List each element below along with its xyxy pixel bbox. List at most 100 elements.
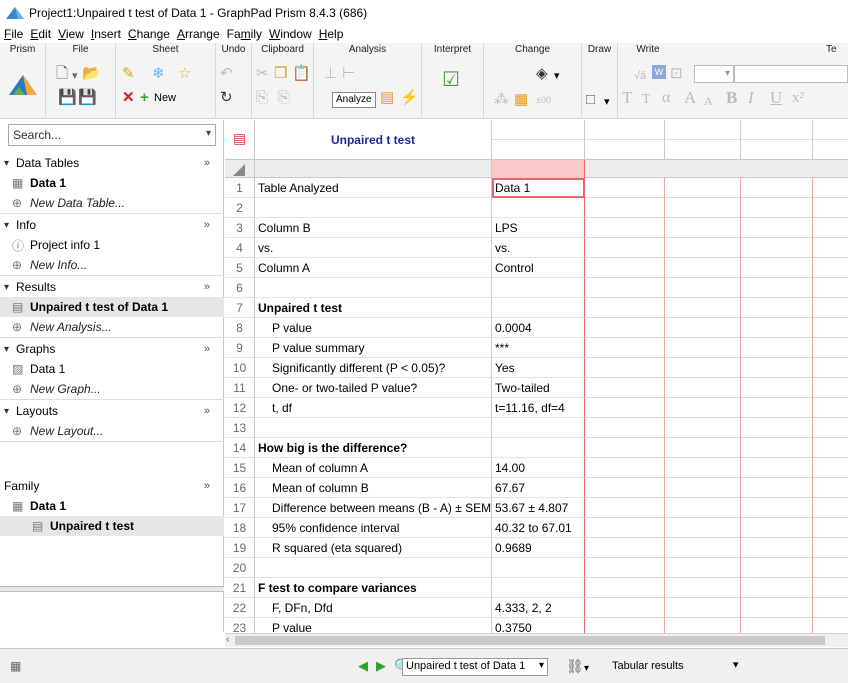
empty-cell[interactable] bbox=[741, 218, 813, 238]
empty-cell[interactable] bbox=[665, 378, 741, 398]
empty-cell[interactable] bbox=[741, 198, 813, 218]
row-value-cell[interactable]: vs. bbox=[492, 238, 585, 258]
cut-icon[interactable]: ✂ bbox=[256, 65, 269, 83]
empty-cell[interactable] bbox=[665, 478, 741, 498]
empty-cell[interactable] bbox=[741, 278, 813, 298]
row-label-cell[interactable]: How big is the difference? bbox=[255, 438, 492, 458]
row-label-cell[interactable]: 95% confidence interval bbox=[255, 518, 492, 538]
menu-item-2[interactable]: View bbox=[54, 27, 87, 43]
empty-cell[interactable] bbox=[665, 258, 741, 278]
empty-cell[interactable] bbox=[813, 338, 848, 358]
paste-icon[interactable]: 📋 bbox=[292, 65, 311, 83]
row-label-cell[interactable]: Table Analyzed bbox=[255, 178, 492, 198]
row-value-cell[interactable]: 4.333, 2, 2 bbox=[492, 598, 585, 618]
row-label-cell[interactable]: Significantly different (P < 0.05)? bbox=[255, 358, 492, 378]
chevron-down-icon[interactable]: ▾ bbox=[4, 406, 16, 417]
empty-cell[interactable] bbox=[585, 458, 665, 478]
nav-new-item[interactable]: ⊕ New Graph... bbox=[0, 379, 224, 399]
empty-cell[interactable] bbox=[741, 358, 813, 378]
nav-section-layouts[interactable]: ▾ Layouts » bbox=[0, 401, 224, 421]
chevron-down-icon[interactable]: ▾ bbox=[4, 282, 16, 293]
snowflake-icon[interactable]: ❄ bbox=[152, 65, 165, 83]
expand-arrows-icon[interactable]: » bbox=[204, 219, 210, 231]
empty-cell[interactable] bbox=[813, 498, 848, 518]
row-value-cell[interactable] bbox=[492, 578, 585, 598]
row-label-cell[interactable]: t, df bbox=[255, 398, 492, 418]
empty-cell[interactable] bbox=[665, 358, 741, 378]
column-title-cell[interactable] bbox=[492, 120, 585, 140]
empty-cell[interactable] bbox=[813, 298, 848, 318]
paste-link-icon[interactable]: ⎘ bbox=[278, 89, 290, 107]
empty-cell[interactable] bbox=[813, 218, 848, 238]
nav-item[interactable]: ▦ Data 1 bbox=[0, 173, 224, 193]
analysis-params-icon[interactable]: ▤ bbox=[380, 89, 394, 107]
underline-icon[interactable]: U bbox=[770, 89, 782, 107]
chevron-down-icon[interactable]: ▾ bbox=[4, 344, 16, 355]
empty-cell[interactable] bbox=[585, 178, 665, 198]
empty-cell[interactable] bbox=[813, 178, 848, 198]
empty-cell[interactable] bbox=[813, 458, 848, 478]
chevron-down-icon[interactable]: ▾ bbox=[4, 158, 16, 169]
row-label-cell[interactable] bbox=[255, 558, 492, 578]
draw-dropdown-icon[interactable]: ▾ bbox=[604, 93, 610, 111]
column-header-d2[interactable] bbox=[741, 140, 813, 160]
link-dropdown-icon[interactable]: ▾ bbox=[584, 661, 589, 677]
decrease-font-icon[interactable]: A bbox=[704, 92, 713, 110]
empty-cell[interactable] bbox=[813, 198, 848, 218]
empty-cell[interactable] bbox=[585, 278, 665, 298]
empty-cell[interactable] bbox=[813, 398, 848, 418]
expand-arrows-icon[interactable]: » bbox=[204, 480, 210, 492]
row-label-cell[interactable]: Column A bbox=[255, 258, 492, 278]
italic-icon[interactable]: I bbox=[748, 89, 754, 107]
row-label-cell[interactable]: vs. bbox=[255, 238, 492, 258]
empty-cell[interactable] bbox=[741, 458, 813, 478]
analysis-chart-icon[interactable]: ⊥ bbox=[324, 65, 337, 83]
menu-item-5[interactable]: Arrange bbox=[173, 27, 223, 43]
empty-cell[interactable] bbox=[813, 618, 848, 633]
row-value-cell[interactable] bbox=[492, 418, 585, 438]
menu-item-7[interactable]: Window bbox=[265, 27, 315, 43]
family-item[interactable]: ▦ Data 1 bbox=[0, 496, 224, 516]
undo-icon[interactable]: ↶ bbox=[220, 65, 233, 83]
empty-cell[interactable] bbox=[741, 178, 813, 198]
row-label-cell[interactable]: R squared (eta squared) bbox=[255, 538, 492, 558]
empty-cell[interactable] bbox=[813, 578, 848, 598]
text-style-icon[interactable]: T bbox=[622, 89, 632, 107]
nav-section-results[interactable]: ▾ Results » bbox=[0, 277, 224, 297]
column-header-e[interactable] bbox=[813, 120, 848, 140]
decimal-icon[interactable]: ⁂ bbox=[494, 91, 509, 109]
row-value-cell[interactable]: 0.9689 bbox=[492, 538, 585, 558]
empty-cell[interactable] bbox=[741, 578, 813, 598]
column-title-cell-2[interactable] bbox=[492, 140, 585, 160]
empty-cell[interactable] bbox=[665, 218, 741, 238]
row-label-cell[interactable]: Unpaired t test bbox=[255, 298, 492, 318]
row-value-cell[interactable]: Two-tailed bbox=[492, 378, 585, 398]
word-icon[interactable]: W bbox=[652, 65, 666, 79]
empty-cell[interactable] bbox=[813, 598, 848, 618]
column-header-b[interactable] bbox=[585, 120, 665, 140]
empty-cell[interactable] bbox=[813, 378, 848, 398]
menu-item-4[interactable]: Change bbox=[124, 27, 173, 43]
row-label-cell[interactable]: F test to compare variances bbox=[255, 578, 492, 598]
row-value-cell[interactable] bbox=[492, 198, 585, 218]
fill-dropdown-icon[interactable]: ▾ bbox=[554, 67, 560, 85]
paste-special-icon[interactable]: ⎘ bbox=[256, 89, 268, 107]
text-small-icon[interactable]: T bbox=[642, 91, 651, 109]
empty-cell[interactable] bbox=[741, 318, 813, 338]
menu-item-0[interactable]: File bbox=[0, 27, 26, 43]
empty-cell[interactable] bbox=[741, 378, 813, 398]
nav-new-item[interactable]: ⊕ New Data Table... bbox=[0, 193, 224, 213]
empty-cell[interactable] bbox=[741, 558, 813, 578]
prism-logo-icon[interactable] bbox=[9, 75, 37, 95]
new-sheet-plus-icon[interactable]: + bbox=[140, 89, 149, 107]
nav-section-info[interactable]: ▾ Info » bbox=[0, 215, 224, 235]
nav-new-item[interactable]: ⊕ New Info... bbox=[0, 255, 224, 275]
copy-icon[interactable]: ❐ bbox=[274, 65, 287, 83]
empty-cell[interactable] bbox=[585, 558, 665, 578]
empty-cell[interactable] bbox=[665, 298, 741, 318]
row-label-cell[interactable]: One- or two-tailed P value? bbox=[255, 378, 492, 398]
menu-item-6[interactable]: Family bbox=[223, 27, 265, 43]
row-label-cell[interactable]: P value bbox=[255, 618, 492, 633]
previous-sheet-icon[interactable]: ◀ bbox=[358, 658, 368, 674]
empty-cell[interactable] bbox=[741, 398, 813, 418]
